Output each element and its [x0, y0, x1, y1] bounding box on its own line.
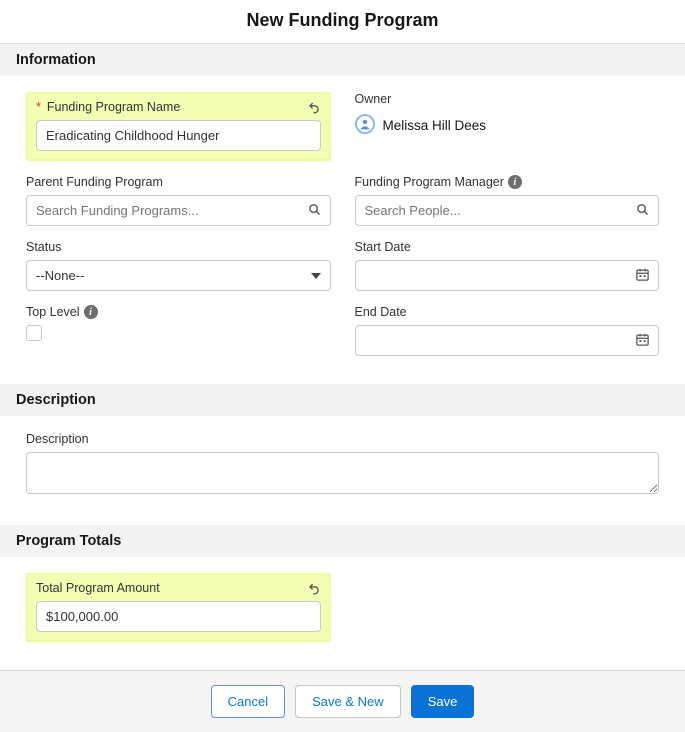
- status-label: Status: [26, 240, 331, 254]
- section-heading-program-totals: Program Totals: [0, 525, 685, 557]
- funding-program-manager-label: Funding Program Manager: [355, 175, 504, 189]
- section-heading-description: Description: [0, 384, 685, 416]
- total-program-amount-input[interactable]: [36, 601, 321, 632]
- info-icon[interactable]: i: [508, 175, 522, 189]
- start-date-label: Start Date: [355, 240, 660, 254]
- funding-program-name-input[interactable]: [36, 120, 321, 151]
- parent-funding-program-label: Parent Funding Program: [26, 175, 331, 189]
- status-select[interactable]: --None--: [26, 260, 331, 291]
- parent-funding-program-input[interactable]: [26, 195, 331, 226]
- chevron-down-icon: [311, 273, 321, 279]
- end-date-label: End Date: [355, 305, 660, 319]
- top-level-label: Top Level: [26, 305, 80, 319]
- status-value: --None--: [36, 268, 84, 283]
- avatar-icon: [355, 114, 375, 134]
- description-label: Description: [26, 432, 659, 446]
- description-textarea[interactable]: [26, 452, 659, 494]
- save-and-new-button[interactable]: Save & New: [295, 685, 401, 718]
- total-program-amount-field-highlight: Total Program Amount: [26, 573, 331, 642]
- section-heading-information: Information: [0, 44, 685, 76]
- funding-program-name-field-highlight: *Funding Program Name: [26, 92, 331, 161]
- funding-program-manager-input[interactable]: [355, 195, 660, 226]
- top-level-checkbox[interactable]: [26, 325, 42, 341]
- undo-icon[interactable]: [305, 98, 323, 116]
- owner-value: Melissa Hill Dees: [383, 116, 487, 133]
- page-title: New Funding Program: [0, 0, 685, 43]
- owner-label: Owner: [355, 92, 660, 106]
- save-button[interactable]: Save: [411, 685, 475, 718]
- start-date-input[interactable]: [355, 260, 660, 291]
- info-icon[interactable]: i: [84, 305, 98, 319]
- total-program-amount-label: Total Program Amount: [36, 581, 321, 595]
- owner-value-row: Melissa Hill Dees: [355, 112, 660, 134]
- footer-bar: Cancel Save & New Save: [0, 670, 685, 732]
- funding-program-name-label: Funding Program Name: [47, 100, 180, 114]
- end-date-input[interactable]: [355, 325, 660, 356]
- undo-icon[interactable]: [305, 579, 323, 597]
- cancel-button[interactable]: Cancel: [211, 685, 285, 718]
